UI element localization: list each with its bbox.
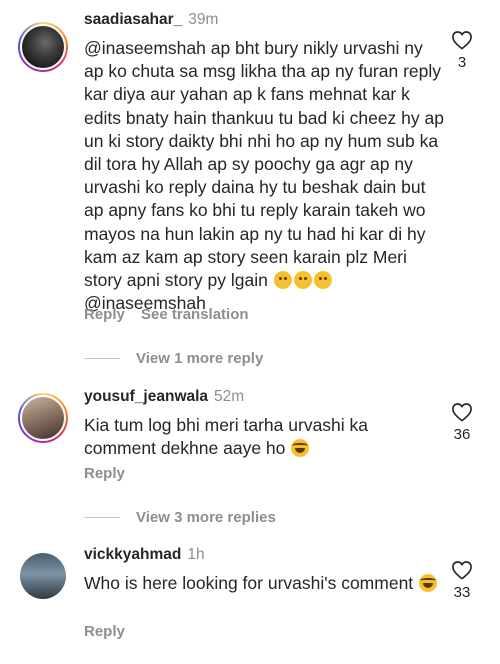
view-more-replies[interactable]: View 1 more reply [84, 348, 263, 368]
divider [84, 357, 120, 359]
avatar[interactable] [18, 393, 68, 443]
divider [84, 516, 120, 518]
like-button[interactable]: 36 [444, 402, 480, 443]
like-count: 3 [457, 54, 467, 71]
heart-icon [452, 403, 472, 422]
like-button[interactable]: 33 [444, 560, 480, 601]
comment-time: 52m [214, 388, 245, 405]
view-more-replies[interactable]: View 3 more replies [84, 507, 276, 527]
like-button[interactable]: 3 [444, 30, 480, 71]
comment-username[interactable]: saadiasahar_ 39m [84, 11, 218, 29]
crying-face-emoji [293, 271, 312, 290]
crying-face-emoji [273, 271, 292, 290]
comment-time: 1h [187, 546, 205, 563]
laughing-tears-emoji [419, 574, 438, 592]
crying-face-emoji [313, 271, 332, 290]
avatar[interactable] [20, 553, 66, 599]
reply-button[interactable]: Reply [84, 306, 125, 323]
reply-button[interactable]: Reply [84, 623, 125, 640]
comment-text: @inaseemshah ap bht bury nikly urvashi n… [84, 37, 444, 315]
heart-icon [452, 31, 472, 50]
comment-text: Kia tum log bhi meri tarha urvashi ka co… [84, 414, 444, 460]
comment-body: Who is here looking for urvashi's commen… [84, 573, 419, 593]
comment-time: 39m [188, 11, 219, 28]
comment-username[interactable]: yousuf_jeanwala 52m [84, 388, 244, 406]
comment-body: Kia tum log bhi meri tarha urvashi ka co… [84, 415, 369, 459]
heart-icon [452, 561, 472, 580]
avatar[interactable] [18, 22, 68, 72]
see-translation-button[interactable]: See translation [141, 306, 249, 323]
reply-button[interactable]: Reply [84, 465, 125, 482]
comment-text: Who is here looking for urvashi's commen… [84, 572, 444, 595]
mention-link[interactable]: @inaseemshah [84, 38, 206, 58]
like-count: 33 [453, 584, 471, 601]
like-count: 36 [453, 426, 471, 443]
comment-username[interactable]: vickkyahmad 1h [84, 546, 205, 564]
comment-body: ap bht bury nikly urvashi ny ap ko chuta… [84, 38, 444, 291]
laughing-tears-emoji [291, 439, 310, 458]
